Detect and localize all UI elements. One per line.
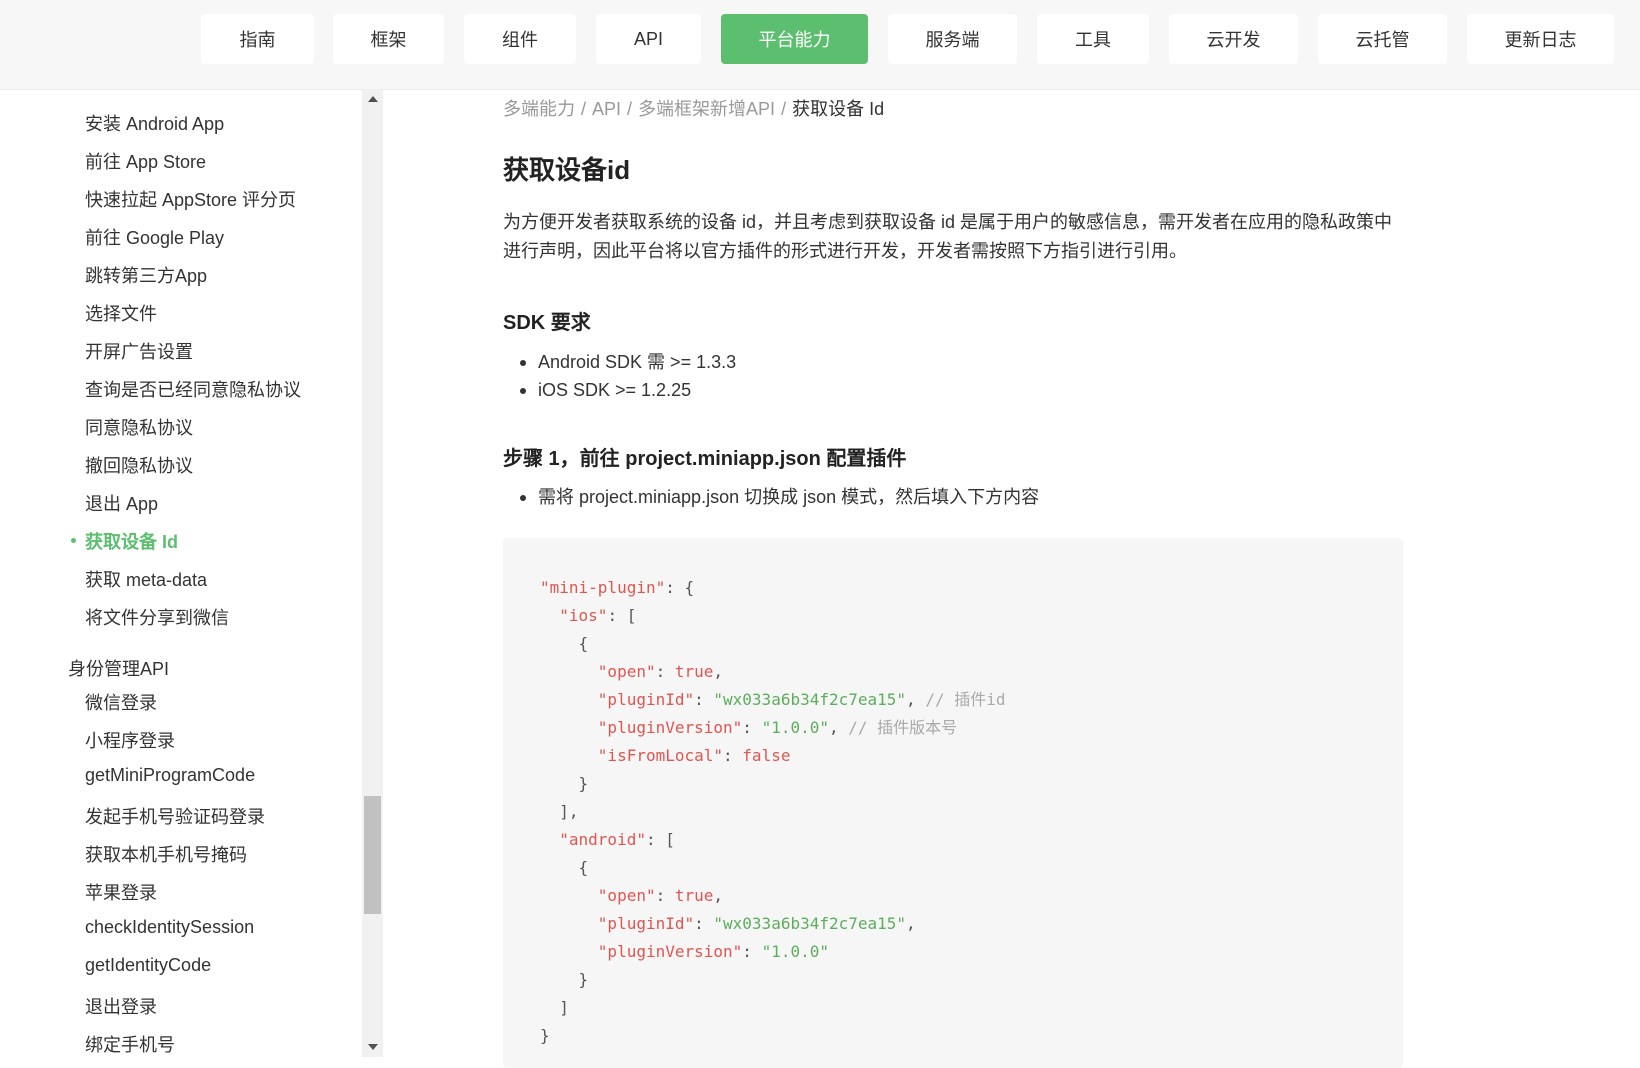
sidebar-item[interactable]: 绑定手机号 xyxy=(85,1031,175,1057)
nav-api[interactable]: API xyxy=(596,14,701,64)
sidebar-item[interactable]: 安装 Android App xyxy=(85,110,224,136)
sidebar-item[interactable]: 苹果登录 xyxy=(85,879,157,905)
code-key: "open" xyxy=(597,662,656,681)
scroll-down-arrow-icon[interactable] xyxy=(368,1044,378,1050)
sidebar-item[interactable]: getIdentityCode xyxy=(85,955,211,976)
nav-tools[interactable]: 工具 xyxy=(1037,14,1149,64)
sidebar-item[interactable]: 前往 App Store xyxy=(85,148,206,174)
code-value: "wx033a6b34f2c7ea15" xyxy=(713,914,907,933)
code-key: "pluginVersion" xyxy=(597,942,743,961)
code-key: "android" xyxy=(559,830,646,849)
nav-platform-capabilities[interactable]: 平台能力 xyxy=(721,14,868,64)
code-line: } xyxy=(540,774,589,793)
sidebar-item[interactable]: 跳转第三方App xyxy=(85,262,207,288)
code-value: "1.0.0" xyxy=(761,942,829,961)
page-title: 获取设备id xyxy=(503,155,631,185)
main-content: 多端能力 / API / 多端框架新增API / 获取设备 Id 获取设备id 为方便开发者… xyxy=(503,90,1603,1068)
code-line: "mini-plugin": { xyxy=(540,578,695,597)
code-line: "android": [ xyxy=(559,830,675,849)
step1-list: 需将 project.miniapp.json 切换成 json 模式，然后填入… xyxy=(503,483,1039,511)
nav-cloud-dev[interactable]: 云开发 xyxy=(1169,14,1298,64)
code-line: ], xyxy=(540,802,579,821)
code-line: ] xyxy=(540,998,569,1017)
sidebar-item[interactable]: 开屏广告设置 xyxy=(85,338,193,364)
nav-framework[interactable]: 框架 xyxy=(333,14,444,64)
code-key: "open" xyxy=(597,886,656,905)
code-line: { xyxy=(540,858,589,877)
intro-paragraph: 为方便开发者获取系统的设备 id，并且考虑到获取设备 id 是属于用户的敏感信息… xyxy=(503,212,1393,261)
sidebar-item-active[interactable]: 获取设备 Id xyxy=(85,528,178,554)
sidebar-item[interactable]: 发起手机号验证码登录 xyxy=(85,803,265,829)
nav-components[interactable]: 组件 xyxy=(464,14,576,64)
code-value: true xyxy=(674,662,714,681)
sidebar-scrollbar[interactable] xyxy=(362,90,383,1057)
code-value: false xyxy=(742,746,791,765)
breadcrumb-separator: / xyxy=(781,99,787,119)
code-line: "open": true, xyxy=(597,886,724,905)
sidebar-item[interactable]: 前往 Google Play xyxy=(85,224,224,250)
code-key: "pluginId" xyxy=(597,914,695,933)
code-line: "pluginId": "wx033a6b34f2c7ea15", xyxy=(597,914,916,933)
sidebar: 安装 Android App 前往 App Store 快速拉起 AppStor… xyxy=(0,90,383,1057)
sidebar-item[interactable]: 退出 App xyxy=(85,490,158,516)
code-value: true xyxy=(674,886,714,905)
nav-changelog[interactable]: 更新日志 xyxy=(1467,14,1614,64)
sidebar-item[interactable]: 获取 meta-data xyxy=(85,566,207,592)
code-line: "open": true, xyxy=(597,662,724,681)
sidebar-item[interactable]: 查询是否已经同意隐私协议 xyxy=(85,376,301,402)
sdk-requirements-heading: SDK 要求 xyxy=(503,312,591,334)
code-key: "isFromLocal" xyxy=(597,746,724,765)
sidebar-group-title[interactable]: 身份管理API xyxy=(68,655,169,681)
breadcrumb-current: 获取设备 Id xyxy=(792,99,885,119)
sidebar-item[interactable]: checkIdentitySession xyxy=(85,917,254,938)
breadcrumb-link[interactable]: 多端能力 xyxy=(503,99,575,119)
sidebar-item[interactable]: 获取本机手机号掩码 xyxy=(85,841,247,867)
scrollbar-thumb[interactable] xyxy=(364,796,381,914)
breadcrumb-link[interactable]: 多端框架新增API xyxy=(638,99,775,119)
code-block[interactable]: "mini-plugin": { "ios": [ { "open": true… xyxy=(503,538,1403,1068)
list-item: 需将 project.miniapp.json 切换成 json 模式，然后填入… xyxy=(503,483,1039,511)
code-key: "pluginId" xyxy=(597,690,695,709)
sidebar-item[interactable]: 同意隐私协议 xyxy=(85,414,193,440)
code-value: "wx033a6b34f2c7ea15" xyxy=(713,690,907,709)
sidebar-item[interactable]: 微信登录 xyxy=(85,689,157,715)
list-item: iOS SDK >= 1.2.25 xyxy=(503,376,736,404)
breadcrumb-separator: / xyxy=(627,99,633,119)
code-key: "mini-plugin" xyxy=(540,578,666,597)
active-indicator-dot xyxy=(71,538,76,543)
sidebar-item[interactable]: 小程序登录 xyxy=(85,727,175,753)
top-navigation: 指南 框架 组件 API 平台能力 服务端 工具 云开发 云托管 更新日志 xyxy=(0,0,1640,90)
code-comment: // 插件id xyxy=(925,690,1006,709)
code-line: { xyxy=(540,634,589,653)
nav-server[interactable]: 服务端 xyxy=(888,14,1017,64)
nav-cloud-hosting[interactable]: 云托管 xyxy=(1318,14,1447,64)
breadcrumb-separator: / xyxy=(581,99,587,119)
code-line: "pluginId": "wx033a6b34f2c7ea15", // 插件i… xyxy=(597,690,1006,709)
code-comment: // 插件版本号 xyxy=(848,718,958,737)
sidebar-item[interactable]: getMiniProgramCode xyxy=(85,765,255,786)
code-line: } xyxy=(540,970,589,989)
scroll-up-arrow-icon[interactable] xyxy=(368,96,378,102)
list-item: Android SDK 需 >= 1.3.3 xyxy=(503,348,736,376)
nav-guide[interactable]: 指南 xyxy=(201,14,314,64)
code-key: "pluginVersion" xyxy=(597,718,743,737)
code-line: "isFromLocal": false xyxy=(597,746,791,765)
step1-heading: 步骤 1，前往 project.miniapp.json 配置插件 xyxy=(503,448,907,470)
sidebar-item[interactable]: 将文件分享到微信 xyxy=(85,604,229,630)
code-line: } xyxy=(540,1026,550,1045)
code-key: "ios" xyxy=(559,606,608,625)
sidebar-item[interactable]: 撤回隐私协议 xyxy=(85,452,193,478)
breadcrumb: 多端能力 / API / 多端框架新增API / 获取设备 Id xyxy=(503,95,884,121)
sidebar-item[interactable]: 退出登录 xyxy=(85,993,157,1019)
code-value: "1.0.0" xyxy=(761,718,829,737)
code-line: "pluginVersion": "1.0.0" xyxy=(597,942,829,961)
sdk-requirements-list: Android SDK 需 >= 1.3.3 iOS SDK >= 1.2.25 xyxy=(503,348,736,404)
sidebar-item[interactable]: 快速拉起 AppStore 评分页 xyxy=(85,186,296,212)
code-line: "pluginVersion": "1.0.0", // 插件版本号 xyxy=(597,718,958,737)
sidebar-item[interactable]: 选择文件 xyxy=(85,300,157,326)
breadcrumb-link[interactable]: API xyxy=(592,99,621,119)
code-line: "ios": [ xyxy=(559,606,637,625)
